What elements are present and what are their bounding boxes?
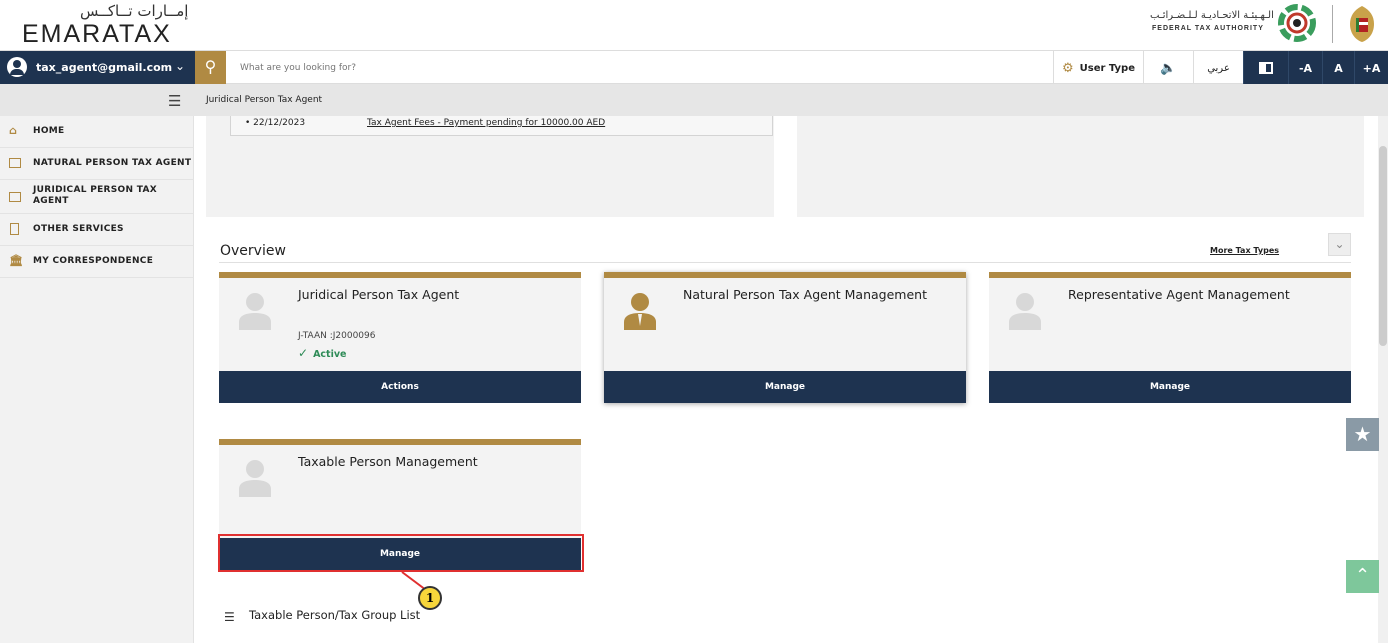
app-header: إمــارات تــاكــس EMARATAX الـهـيئـة الا… — [0, 0, 1388, 50]
sidebar-item-other-services[interactable]: OTHER SERVICES — [0, 214, 194, 246]
actions-button[interactable]: Actions — [219, 371, 581, 403]
user-menu[interactable]: tax_agent@gmail.com ⌄ — [0, 51, 195, 85]
double-chevron-up-icon: ⌃ — [1354, 565, 1371, 586]
chevron-down-icon: ⌄ — [1334, 237, 1345, 251]
sidebar-item-juridical-person[interactable]: JURIDICAL PERSON TAX AGENT — [0, 180, 194, 214]
font-increase-button[interactable]: +A — [1354, 51, 1388, 85]
user-email: tax_agent@gmail.com — [36, 61, 173, 74]
header-divider — [1332, 5, 1333, 43]
notification-link[interactable]: Tax Agent Fees - Payment pending for 100… — [367, 118, 605, 128]
fta-logo-icon — [1278, 4, 1316, 42]
language-label: عربي — [1207, 62, 1230, 74]
contrast-button[interactable] — [1243, 51, 1288, 85]
language-button[interactable]: عربي — [1193, 51, 1243, 85]
clipboard-icon — [10, 223, 19, 235]
person-icon — [1009, 293, 1041, 330]
speaker-icon: 🔈 — [1160, 60, 1177, 76]
card-title: Natural Person Tax Agent Management — [683, 287, 927, 302]
overview-divider — [219, 262, 1351, 263]
emaratax-logo-arabic: إمــارات تــاكــس — [80, 2, 189, 20]
collapse-button[interactable]: ⌄ — [1328, 233, 1351, 256]
sidebar-item-home[interactable]: ⌂ HOME — [0, 116, 194, 148]
user-type-button[interactable]: ⚙ User Type — [1053, 51, 1143, 85]
more-tax-types-link[interactable]: More Tax Types — [1210, 246, 1279, 255]
card-title: Representative Agent Management — [1068, 287, 1290, 302]
card-representative-agent: Representative Agent Management Manage — [989, 272, 1351, 403]
card-natural-person: Natural Person Tax Agent Management Mana… — [604, 272, 966, 403]
overview-title: Overview — [220, 243, 286, 259]
highlight-box — [218, 534, 584, 572]
sidebar-header: ☰ — [0, 84, 194, 116]
hamburger-menu-icon[interactable]: ☰ — [168, 92, 181, 110]
search-input[interactable] — [238, 57, 838, 79]
notifications-panel: • 22/12/2023 Tax Agent Fees - Payment pe… — [206, 116, 774, 217]
id-card-icon — [9, 192, 21, 202]
user-avatar-icon — [7, 57, 27, 77]
favorite-star-button[interactable]: ★ — [1346, 418, 1379, 451]
bank-icon: 🏛 — [9, 254, 24, 267]
manage-button[interactable]: Manage — [989, 371, 1351, 403]
check-circle-icon: ✓ — [298, 346, 309, 360]
scroll-top-button[interactable]: ⌃ — [1346, 560, 1379, 593]
person-icon — [624, 293, 656, 330]
sidebar-item-label: HOME — [33, 126, 65, 136]
breadcrumb: Juridical Person Tax Agent — [194, 84, 1388, 116]
speaker-button[interactable]: 🔈 — [1143, 51, 1193, 85]
card-title: Juridical Person Tax Agent — [298, 287, 460, 302]
gear-icon: ⚙ — [1061, 60, 1074, 76]
uae-emblem-icon — [1350, 6, 1374, 42]
breadcrumb-current: Juridical Person Tax Agent — [206, 95, 323, 105]
status-label: Active — [313, 349, 347, 360]
scrollbar-thumb[interactable] — [1379, 146, 1387, 346]
sidebar-item-natural-person[interactable]: NATURAL PERSON TAX AGENT — [0, 148, 194, 180]
main-content: • 22/12/2023 Tax Agent Fees - Payment pe… — [194, 116, 1388, 643]
status-badge: ✓ Active — [298, 346, 346, 360]
font-normal-button[interactable]: A — [1322, 51, 1354, 85]
person-icon — [239, 460, 271, 497]
emaratax-logo[interactable]: EMARATAX — [22, 20, 172, 49]
manage-button[interactable]: Manage — [604, 371, 966, 403]
fta-name: FEDERAL TAX AUTHORITY — [1152, 25, 1264, 32]
sidebar-item-label: OTHER SERVICES — [33, 224, 124, 234]
step-callout: 1 — [418, 586, 442, 610]
notification-date: • 22/12/2023 — [245, 118, 306, 128]
id-card-icon — [9, 158, 21, 168]
toolbar: tax_agent@gmail.com ⌄ ⚲ ⚙ User Type 🔈 عر… — [0, 50, 1388, 85]
list-icon: ☰ — [224, 610, 235, 624]
person-icon — [239, 293, 271, 330]
card-juridical-person: Juridical Person Tax Agent J-TAAN :J2000… — [219, 272, 581, 403]
sidebar-item-label: NATURAL PERSON TAX AGENT — [33, 158, 192, 168]
font-decrease-button[interactable]: -A — [1288, 51, 1322, 85]
sidebar-item-correspondence[interactable]: 🏛 MY CORRESPONDENCE — [0, 246, 194, 278]
user-type-label: User Type — [1079, 62, 1136, 74]
fta-name-arabic: الـهـيئـة الاتحـاديـة لـلـضـرائـب — [1150, 10, 1274, 21]
side-panel — [797, 116, 1364, 217]
tan-number: J-TAAN :J2000096 — [298, 331, 376, 341]
star-icon: ★ — [1353, 422, 1372, 446]
notification-item: • 22/12/2023 Tax Agent Fees - Payment pe… — [230, 116, 773, 136]
chevron-down-icon[interactable]: ⌄ — [175, 59, 185, 73]
card-title: Taxable Person Management — [298, 454, 478, 469]
taxable-person-list-link[interactable]: Taxable Person/Tax Group List — [249, 608, 420, 622]
contrast-icon — [1259, 62, 1273, 74]
home-icon: ⌂ — [9, 124, 18, 137]
sidebar: ☰ ⌂ HOME NATURAL PERSON TAX AGENT JURIDI… — [0, 84, 194, 643]
sidebar-item-label: JURIDICAL PERSON TAX AGENT — [33, 185, 158, 206]
sidebar-item-label: MY CORRESPONDENCE — [33, 256, 154, 266]
search-icon[interactable]: ⚲ — [195, 51, 226, 85]
